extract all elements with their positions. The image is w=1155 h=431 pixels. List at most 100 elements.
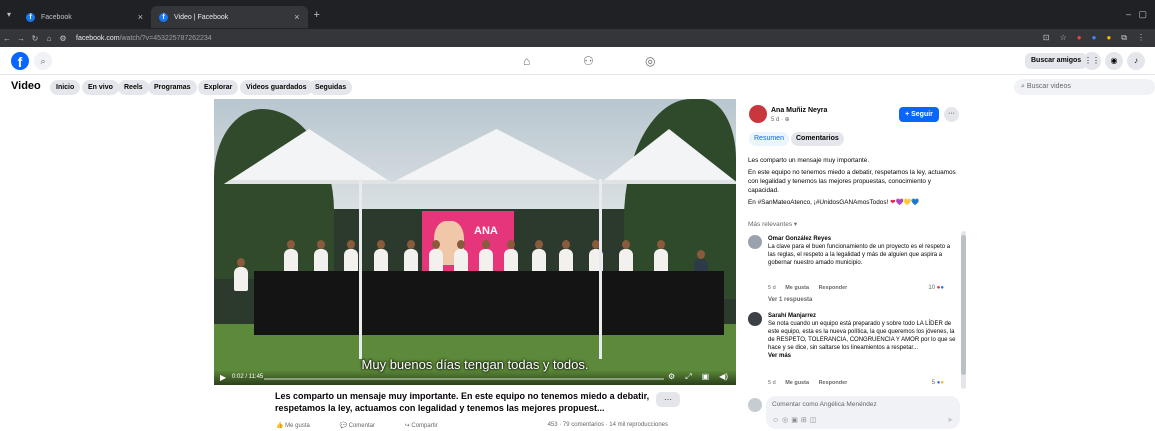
tab-search-icon[interactable]: ▾ — [0, 10, 18, 19]
author-name[interactable]: Ana Muñiz Neyra — [771, 107, 827, 114]
progress-bar[interactable] — [264, 378, 664, 380]
like-label: Me gusta — [285, 423, 310, 429]
search-videos-input[interactable]: ⌕ Buscar videos — [1014, 79, 1155, 95]
friends-nav-icon[interactable]: ⚇ — [583, 54, 594, 68]
browser-tab[interactable]: f Facebook × — [18, 6, 151, 28]
avatar[interactable] — [749, 105, 767, 123]
follow-button[interactable]: + Seguir — [899, 107, 939, 122]
pill-programas[interactable]: Programas — [148, 80, 197, 95]
search-icon[interactable]: ⌕ — [34, 52, 52, 70]
comment-reply[interactable]: Responder — [819, 380, 848, 386]
messenger-icon[interactable]: ◉ — [1105, 52, 1123, 70]
find-friends-button[interactable]: Buscar amigos — [1025, 53, 1088, 69]
send-icon[interactable]: ➤ — [947, 416, 953, 424]
video-table — [254, 271, 724, 335]
tab-comentarios[interactable]: Comentarios — [791, 132, 844, 146]
browser-tab-active[interactable]: f Video | Facebook × — [151, 6, 308, 28]
video-controls: ▶ 0:02 / 11:45 ⚙ ⤢ ▣ ◀) — [214, 370, 736, 385]
facebook-favicon-icon: f — [159, 12, 169, 22]
comment: Omar González Reyes La clave para el bue… — [748, 235, 958, 295]
comment-author[interactable]: Omar González Reyes — [768, 235, 958, 243]
panel-more-button[interactable]: ··· — [944, 107, 959, 122]
extension-icon[interactable]: ● — [1106, 33, 1111, 43]
avatar[interactable] — [748, 312, 762, 326]
person — [374, 240, 388, 273]
see-more-link[interactable]: Ver más — [768, 352, 958, 360]
share-button[interactable]: ↪ Compartir — [405, 423, 452, 429]
sort-dropdown[interactable]: Más relevantes ▾ — [748, 220, 797, 228]
comment-reactions: 5 ●● — [931, 380, 944, 386]
address-bar: ← → ↻ ⌂ ⚙ facebook.com/watch/?v=45322578… — [0, 29, 1155, 47]
description-line: Les comparto un mensaje muy importante. — [748, 157, 870, 164]
post-more-button[interactable]: ··· — [656, 392, 680, 407]
avatar[interactable] — [748, 235, 762, 249]
play-icon[interactable]: ▶ — [220, 373, 226, 382]
pill-en-vivo[interactable]: En vivo — [82, 80, 119, 95]
home-icon[interactable]: ⌂ — [42, 34, 56, 43]
comment-input[interactable]: Comentar como Angélica Menéndez ☺◎▣⊞◫ ➤ — [766, 396, 960, 429]
extension-icon[interactable]: ● — [1077, 33, 1082, 43]
tab-resumen[interactable]: Resumen — [749, 132, 789, 146]
window-controls[interactable]: – ▢ — [1126, 9, 1147, 20]
comment-text: La clave para el buen funcionamiento de … — [768, 244, 951, 266]
pill-reels[interactable]: Reels — [118, 80, 149, 95]
post-meta: 5 d · ⊕ — [771, 117, 790, 123]
expand-icon[interactable]: ⤢ — [685, 372, 691, 382]
new-tab-button[interactable]: + — [308, 9, 326, 21]
gaming-nav-icon[interactable]: ◎ — [645, 54, 655, 68]
comments-scrollbar[interactable] — [961, 231, 966, 389]
person — [454, 240, 468, 273]
settings-gear-icon[interactable]: ⚙ — [668, 372, 675, 382]
comment-time: 5 d — [768, 380, 776, 386]
reload-icon[interactable]: ↻ — [28, 34, 42, 43]
comment-reply[interactable]: Responder — [819, 285, 848, 291]
tab-close-icon[interactable]: × — [138, 12, 143, 22]
forward-icon[interactable]: → — [14, 34, 28, 43]
comment-actions: 5 d Me gusta Responder — [768, 380, 847, 386]
post-actions: 👍 Me gusta 💬 Comentar ↪ Compartir 453 · … — [276, 422, 686, 431]
pill-seguidas[interactable]: Seguidas — [309, 80, 353, 95]
pill-inicio[interactable]: Inicio — [50, 80, 81, 95]
back-icon[interactable]: ← — [0, 34, 14, 43]
video-player[interactable]: ANA Muy buenos días tengan todas y todos… — [214, 99, 736, 385]
comment-like[interactable]: Me gusta — [785, 380, 809, 386]
pill-videos-guardados[interactable]: Videos guardados — [240, 80, 313, 95]
site-settings-icon[interactable]: ⚙ — [56, 34, 70, 43]
extensions-area: ⊡ ☆ ● ● ● ⧉ ⋮ — [1043, 33, 1145, 43]
person — [314, 240, 328, 273]
comment-like[interactable]: Me gusta — [785, 285, 809, 291]
composer-tools-icons[interactable]: ☺◎▣⊞◫ — [772, 416, 819, 424]
tent-pole — [359, 179, 362, 359]
extension-icon[interactable]: ● — [1092, 33, 1097, 43]
comment-bubble: Sarahí Manjarrez Se nota cuando un equip… — [768, 312, 958, 360]
browser-tab-bar: ▾ f Facebook × f Video | Facebook × + – … — [0, 0, 1155, 29]
volume-icon[interactable]: ◀) — [719, 372, 728, 382]
person — [532, 240, 546, 273]
like-button[interactable]: 👍 Me gusta — [276, 423, 324, 429]
menu-grid-icon[interactable]: ⋮⋮ — [1083, 52, 1101, 70]
url-field[interactable]: facebook.com/watch/?v=453225787262234 — [76, 35, 212, 42]
puzzle-icon[interactable]: ⧉ — [1121, 33, 1127, 43]
pill-explorar[interactable]: Explorar — [198, 80, 239, 95]
person — [504, 240, 518, 273]
tab-close-icon[interactable]: × — [294, 12, 299, 22]
comment-author[interactable]: Sarahí Manjarrez — [768, 312, 958, 320]
view-replies-link[interactable]: Ver 1 respuesta — [768, 297, 812, 303]
person — [404, 240, 418, 273]
hashtags[interactable]: En #SanMateoAtenco, ¡#UnidosGANAmosTodos… — [748, 199, 888, 206]
install-icon[interactable]: ⊡ — [1043, 33, 1050, 43]
comment-button[interactable]: 💬 Comentar — [340, 423, 389, 429]
pip-icon[interactable]: ▣ — [702, 372, 710, 382]
menu-icon[interactable]: ⋮ — [1137, 33, 1145, 43]
bookmark-star-icon[interactable]: ☆ — [1060, 33, 1067, 43]
comment-placeholder: Comentar como Angélica Menéndez — [772, 401, 877, 408]
description-line: En este equipo no tenemos miedo a debati… — [748, 169, 956, 194]
home-nav-icon[interactable]: ⌂ — [523, 54, 530, 68]
person — [284, 240, 298, 273]
url-path: /watch/?v=453225787262234 — [119, 34, 212, 42]
post-panel: Ana Muñiz Neyra 5 d · ⊕ + Seguir ··· Res… — [743, 99, 968, 431]
player-icons: ⚙ ⤢ ▣ ◀) — [668, 372, 728, 382]
facebook-logo[interactable]: f — [11, 52, 29, 70]
person — [344, 240, 358, 273]
notifications-bell-icon[interactable]: ♪ — [1127, 52, 1145, 70]
